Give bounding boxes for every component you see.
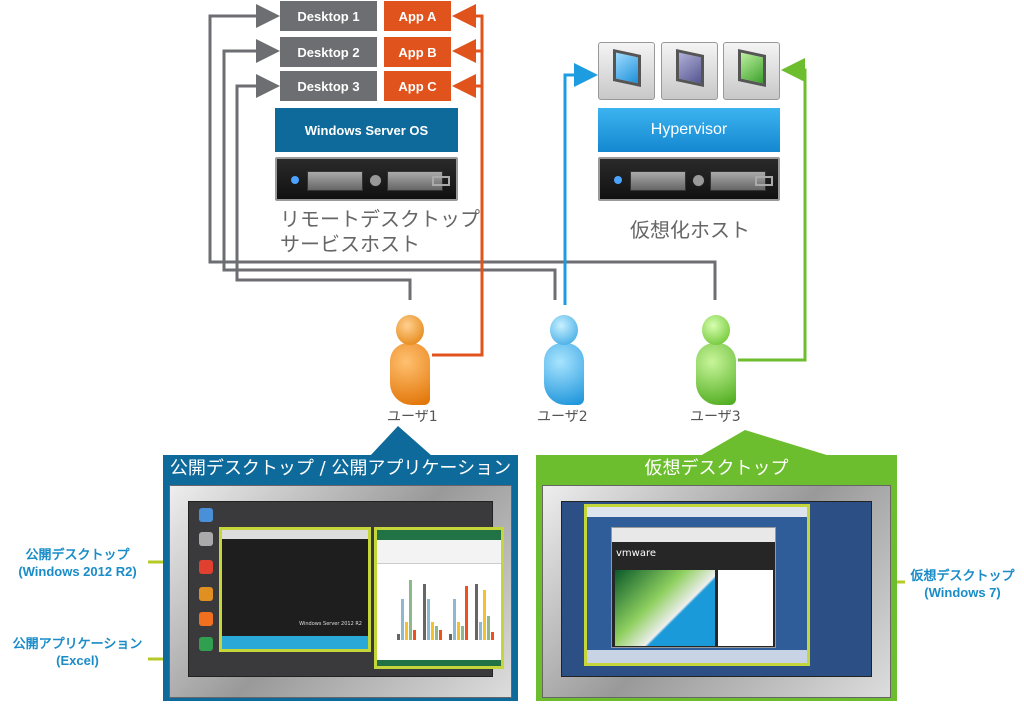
published-desktop-callout: 公開デスクトップ (Windows 2012 R2) (18, 547, 137, 579)
published-desktop-window: Windows Server 2012 R2 (219, 527, 371, 652)
line-user2-vm1 (563, 63, 598, 305)
app-b-box: App B (384, 37, 451, 67)
user-2-icon (540, 315, 588, 405)
published-app-callout: 公開アプリケーション (Excel) (12, 636, 143, 668)
virtual-desktop-panel: 仮想デスクトップ vmware (536, 455, 897, 701)
rds-server-icon (275, 157, 458, 201)
monitor-frame: Windows Server 2012 R2 (169, 485, 512, 698)
virtual-desktop-screen: vmware (561, 501, 872, 677)
published-panel-title: 公開デスクトップ / 公開アプリケーション (169, 458, 512, 479)
published-panel: 公開デスクトップ / 公開アプリケーション Windows Server 201… (163, 455, 518, 701)
user-3-icon (692, 315, 740, 405)
app-a-box: App A (384, 1, 451, 31)
published-desktop-screen: Windows Server 2012 R2 (188, 501, 504, 677)
browser-window: vmware (611, 527, 776, 648)
user-1-label: ユーザ1 (387, 409, 438, 425)
windows-server-os-box: Windows Server OS (275, 108, 458, 152)
vm-monitor-icon (723, 42, 780, 100)
user-3-label: ユーザ3 (690, 409, 741, 425)
callout-pointer-left (370, 426, 432, 456)
desktop-3-box: Desktop 3 (280, 71, 377, 101)
monitor-frame: vmware (542, 485, 891, 698)
virtualization-host-label: 仮想化ホスト (630, 218, 750, 242)
virtual-desktop-window: vmware (584, 504, 810, 666)
virtualization-server-icon (598, 157, 780, 201)
user-1-icon (386, 315, 434, 405)
callout-pointer-right (700, 430, 830, 456)
hypervisor-box: Hypervisor (598, 108, 780, 152)
desktop-1-box: Desktop 1 (280, 1, 377, 31)
user-2-label: ユーザ2 (537, 409, 588, 425)
app-c-box: App C (384, 71, 451, 101)
vm-monitor-icon (598, 42, 655, 100)
desktop-2-box: Desktop 2 (280, 37, 377, 67)
published-app-excel-window (374, 527, 504, 669)
vm-monitor-icon (661, 42, 718, 100)
virtual-desktop-callout: 仮想デスクトップ (Windows 7) (910, 568, 1015, 600)
rds-host-label: リモートデスクトップ サービスホスト (280, 207, 480, 256)
virtual-desktop-panel-title: 仮想デスクトップ (644, 458, 789, 479)
